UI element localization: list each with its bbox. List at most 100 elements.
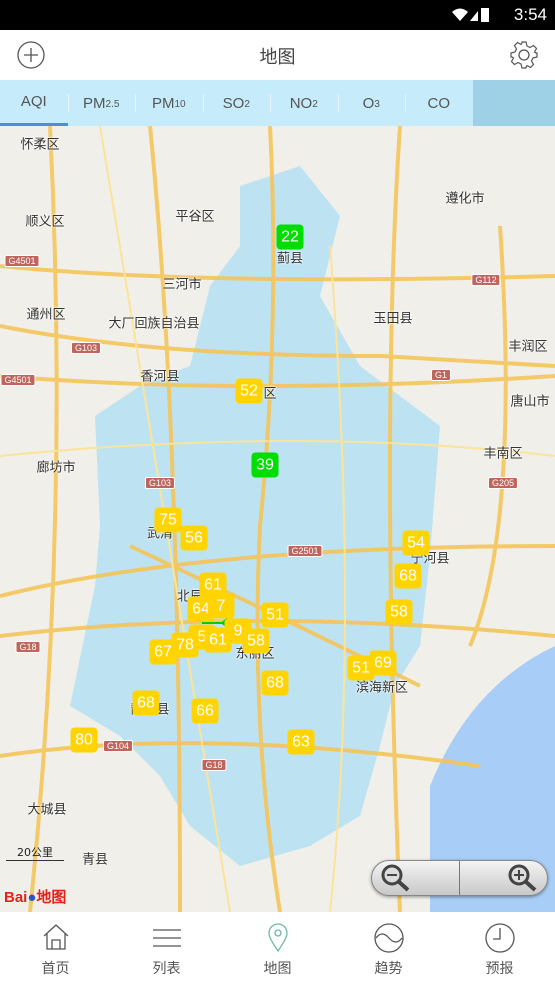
list-icon bbox=[152, 929, 181, 947]
nav-label: 预报 bbox=[485, 961, 514, 977]
zoom-in-icon bbox=[508, 864, 537, 892]
aqi-station-marker[interactable]: 67 bbox=[149, 639, 177, 665]
pollutant-tabs: AQI PM 2.5 PM 10 SO 2 NO 2 O 3 CO bbox=[0, 80, 555, 126]
aqi-station-marker[interactable]: 22 bbox=[276, 224, 304, 250]
nav-label: 趋势 bbox=[374, 961, 403, 977]
place-label: 区 bbox=[263, 386, 277, 402]
nav-item-map-pin[interactable]: 地图 bbox=[222, 912, 333, 988]
aqi-station-marker[interactable]: 68 bbox=[394, 563, 422, 589]
zoom-out-icon bbox=[381, 864, 410, 892]
road-shield: G4501 bbox=[0, 374, 36, 386]
place-label: 遵化市 bbox=[445, 191, 485, 207]
place-label: 玉田县 bbox=[373, 311, 413, 327]
bottom-nav: 首页 列表 地图 趋势 预报 bbox=[0, 912, 555, 988]
nav-item-home[interactable]: 首页 bbox=[0, 912, 111, 988]
road-shield: G112 bbox=[471, 274, 501, 286]
nav-item-trend[interactable]: 趋势 bbox=[333, 912, 444, 988]
place-label: 香河县 bbox=[140, 369, 180, 385]
tab-label: CO bbox=[427, 94, 451, 112]
aqi-station-marker[interactable]: 66 bbox=[191, 698, 219, 724]
road-shield: G103 bbox=[144, 477, 176, 489]
tab-label: PM bbox=[151, 94, 175, 112]
place-label: 唐山市 bbox=[510, 394, 550, 410]
aqi-station-marker[interactable]: 80 bbox=[70, 727, 98, 753]
tab-bar-filler bbox=[472, 80, 555, 126]
aqi-station-marker[interactable]: 63 bbox=[287, 729, 315, 755]
aqi-station-marker[interactable]: 52 bbox=[235, 378, 263, 404]
trend-icon bbox=[373, 923, 404, 953]
place-label: 丰润区 bbox=[508, 339, 548, 355]
nav-item-clock[interactable]: 预报 bbox=[444, 912, 555, 988]
tab-subscript: 2.5 bbox=[105, 98, 120, 110]
aqi-station-marker[interactable]: 68 bbox=[261, 670, 289, 696]
road-shield: G18 bbox=[15, 641, 41, 653]
place-label: 丰南区 bbox=[483, 446, 523, 462]
aqi-station-marker[interactable]: 75 bbox=[154, 507, 182, 533]
nav-item-list[interactable]: 列表 bbox=[111, 912, 222, 988]
map-scale: 20公里 bbox=[6, 844, 64, 861]
aqi-station-marker[interactable]: 7 bbox=[207, 593, 235, 619]
map-view[interactable]: G18 G104 G18 G205 G2501 G103 G1 G4501 G103 G112 G4… bbox=[0, 126, 555, 912]
place-label: 顺义区 bbox=[25, 214, 65, 230]
road-shield: G18 bbox=[201, 759, 227, 771]
place-label: 蓟县 bbox=[276, 251, 304, 267]
tab-subscript: 10 bbox=[174, 98, 186, 110]
tab-label: NO bbox=[289, 94, 313, 112]
tab-o3[interactable]: O3 bbox=[337, 80, 406, 126]
tab-label: AQI bbox=[20, 93, 47, 110]
wifi-signal-battery-icon bbox=[452, 8, 489, 22]
road-shield: G2501 bbox=[287, 545, 323, 557]
tab-co[interactable]: CO bbox=[405, 80, 473, 126]
road-shield: G103 bbox=[70, 342, 102, 354]
place-label: 三河市 bbox=[162, 277, 202, 293]
road-shield: G1 bbox=[430, 369, 452, 381]
header: 地图 bbox=[0, 30, 555, 80]
aqi-station-marker[interactable]: 39 bbox=[251, 452, 279, 478]
place-label: 大城县 bbox=[27, 802, 67, 818]
tab-subscript: 3 bbox=[374, 98, 380, 110]
status-bar: 3:54 bbox=[0, 0, 555, 30]
nav-label: 列表 bbox=[152, 961, 181, 977]
aqi-station-marker[interactable]: 69 bbox=[369, 650, 397, 676]
place-label: 廊坊市 bbox=[36, 460, 76, 476]
tab-pm25[interactable]: PM 2.5 bbox=[67, 80, 136, 126]
gear-icon bbox=[510, 41, 538, 69]
page-title: 地图 bbox=[259, 47, 296, 68]
tab-no2[interactable]: NO 2 bbox=[270, 80, 338, 126]
clock-icon bbox=[484, 923, 515, 953]
aqi-station-marker[interactable]: 58 bbox=[385, 599, 413, 625]
baidu-map-logo: Bai●地图 bbox=[4, 889, 67, 906]
zoom-control bbox=[371, 860, 548, 896]
road-shield: G104 bbox=[102, 740, 134, 752]
nav-label: 首页 bbox=[41, 961, 70, 977]
aqi-station-marker[interactable]: 56 bbox=[180, 525, 208, 551]
tab-label: SO bbox=[222, 94, 245, 112]
tab-so2[interactable]: SO 2 bbox=[202, 80, 271, 126]
aqi-station-marker[interactable]: 54 bbox=[402, 530, 430, 556]
place-label: 怀柔区 bbox=[20, 137, 60, 153]
aqi-station-marker[interactable]: 61 bbox=[204, 627, 232, 653]
zoom-out-button[interactable] bbox=[372, 861, 460, 895]
settings-button[interactable] bbox=[509, 40, 539, 70]
place-label: 通州区 bbox=[26, 307, 66, 323]
road-shield: G205 bbox=[487, 477, 519, 489]
status-icons bbox=[450, 7, 490, 23]
zoom-in-button[interactable] bbox=[460, 861, 547, 895]
tab-aqi[interactable]: AQI bbox=[0, 80, 68, 126]
tab-subscript: 2 bbox=[244, 98, 250, 110]
nav-label: 地图 bbox=[263, 961, 292, 977]
road-shield: G4501 bbox=[4, 255, 40, 267]
place-label: 大厂回族自治县 bbox=[108, 316, 200, 332]
aqi-station-marker[interactable]: 68 bbox=[132, 690, 160, 716]
tab-label: PM bbox=[83, 94, 106, 112]
tab-pm10[interactable]: PM 10 bbox=[135, 80, 203, 126]
home-icon bbox=[43, 924, 68, 950]
tab-subscript: 2 bbox=[312, 98, 318, 110]
tab-label: O bbox=[362, 94, 375, 112]
map-pin-icon bbox=[267, 923, 288, 953]
aqi-station-marker[interactable]: 58 bbox=[242, 628, 270, 654]
aqi-station-marker[interactable]: 51 bbox=[261, 602, 289, 628]
place-label: 平谷区 bbox=[175, 209, 215, 225]
place-label: 青县 bbox=[81, 852, 109, 868]
clock: 3:54 bbox=[513, 5, 547, 24]
